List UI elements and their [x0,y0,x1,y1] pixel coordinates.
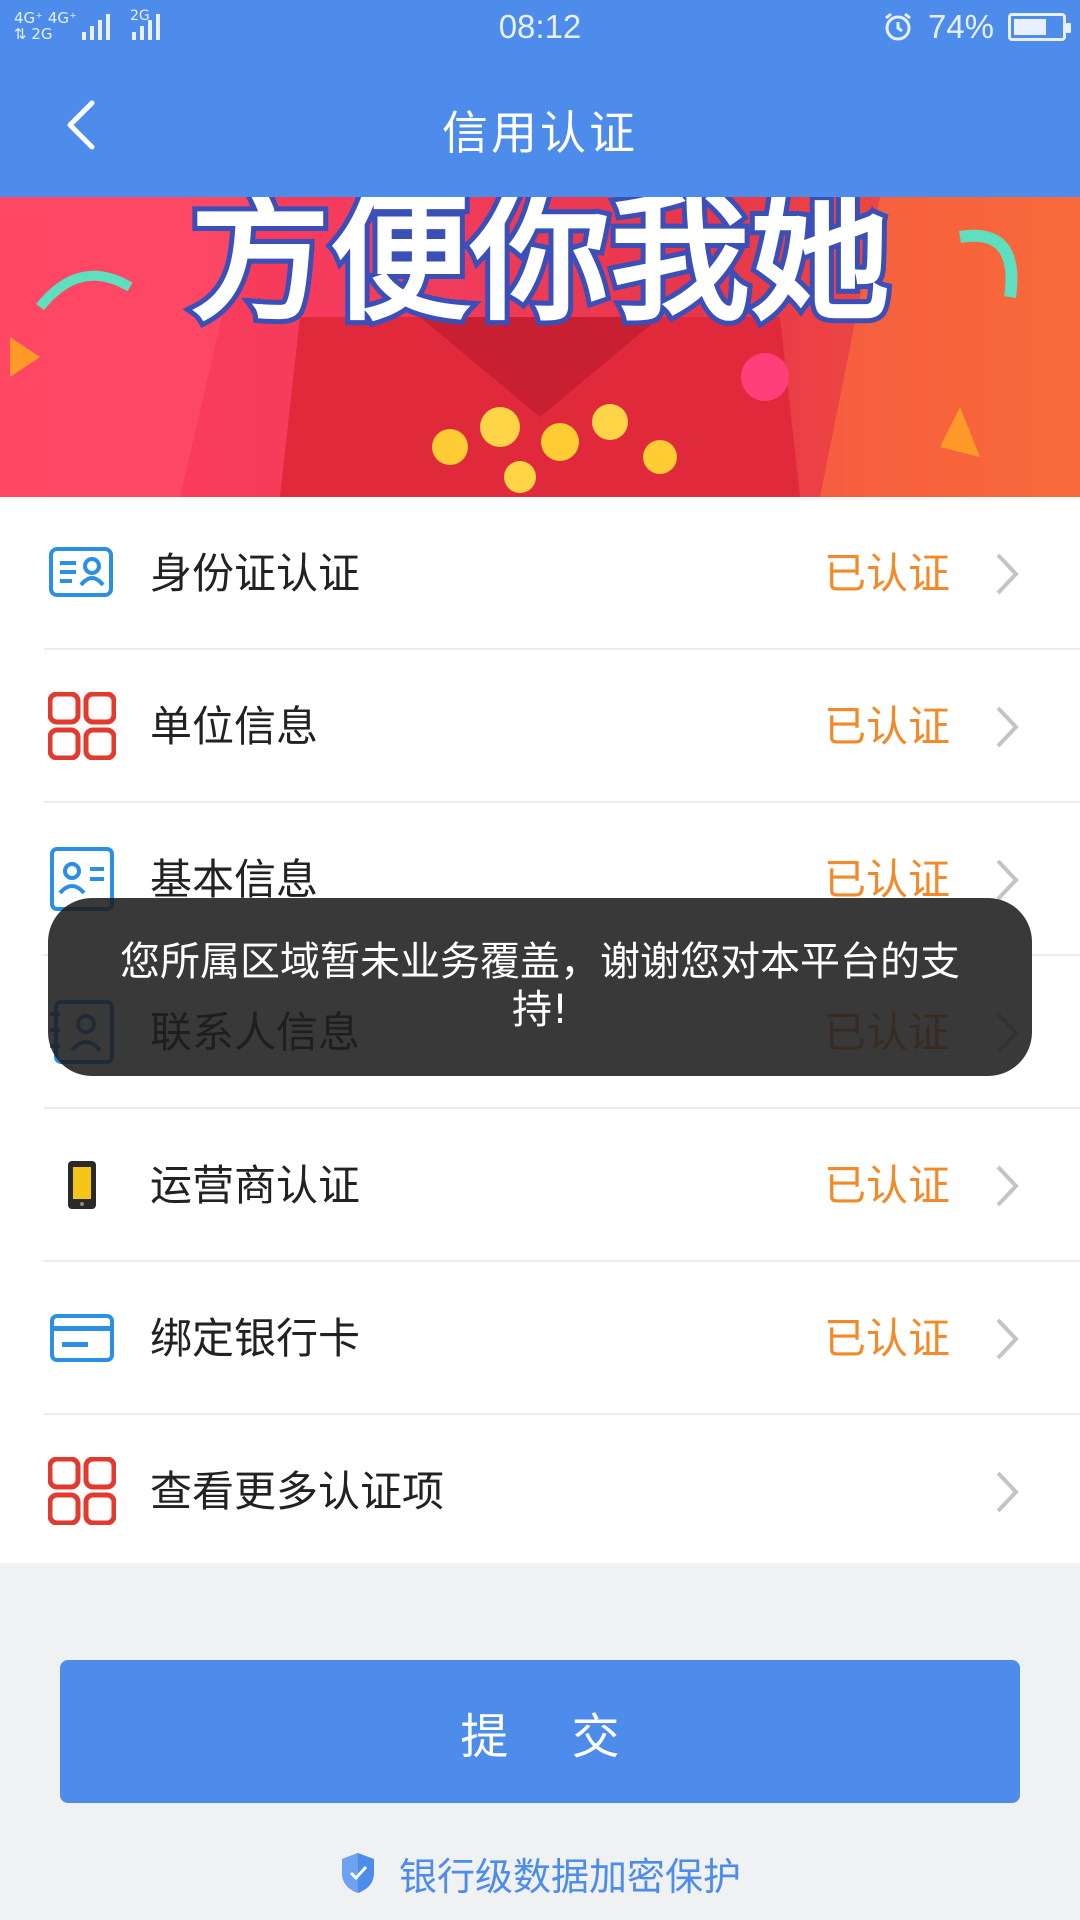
chevron-right-icon [996,706,1019,748]
chevron-right-icon [996,1318,1019,1360]
alarm-icon [885,12,911,41]
list-item-label: 运营商认证 [150,1161,361,1210]
list-item-label: 查看更多认证项 [150,1467,445,1516]
status-right: 74% [882,8,1071,46]
chevron-right-icon [996,1471,1019,1513]
shield-icon [341,1853,374,1893]
list-item-label: 绑定银行卡 [150,1314,361,1363]
id-card-icon [49,547,113,597]
toast-message: 您所属区域暂未业务覆盖，谢谢您对本平台的支持! [48,898,1032,1076]
list-item-carrier[interactable]: 运营商认证 已认证 [0,1109,1080,1262]
page-title: 信用认证 [442,106,638,160]
list-item-more[interactable]: 查看更多认证项 [0,1415,1080,1568]
status-bar: 4G⁺ 4G⁺ ⇅ 2G 2G 08:12 74% [0,0,1080,60]
banner-art: 方便你我她 [0,197,1080,497]
verified-status: 已认证 [823,549,950,598]
bank-card-icon [50,1314,114,1362]
top-bar: 4G⁺ 4G⁺ ⇅ 2G 2G 08:12 74% 信用认证 [0,0,1080,197]
battery-icon [1008,13,1071,41]
chevron-right-icon [996,859,1019,901]
phone-icon [68,1161,96,1209]
promo-banner[interactable]: 方便你我她 [0,197,1080,497]
chevron-right-icon [996,1165,1019,1207]
verified-status: 已认证 [823,1161,950,1210]
security-note: 银行级数据加密保护 [0,1848,1080,1899]
battery-percent: 74% [927,8,994,45]
security-text: 银行级数据加密保护 [398,1854,741,1899]
battery-fill [1014,19,1047,35]
verified-status: 已认证 [823,1314,950,1363]
list-item-id-card[interactable]: 身份证认证 已认证 [0,497,1080,650]
list-item-label: 单位信息 [150,702,319,751]
list-item-employer-info[interactable]: 单位信息 已认证 [0,650,1080,803]
list-item-bank-card[interactable]: 绑定银行卡 已认证 [0,1262,1080,1415]
banner-text: 方便你我她 [190,197,890,341]
verified-status: 已认证 [823,702,950,751]
list-item-label: 身份证认证 [150,549,361,598]
grid-icon [48,692,116,760]
grid-icon [48,1457,116,1525]
chevron-right-icon [996,553,1019,595]
submit-button[interactable]: 提 交 [60,1660,1020,1803]
